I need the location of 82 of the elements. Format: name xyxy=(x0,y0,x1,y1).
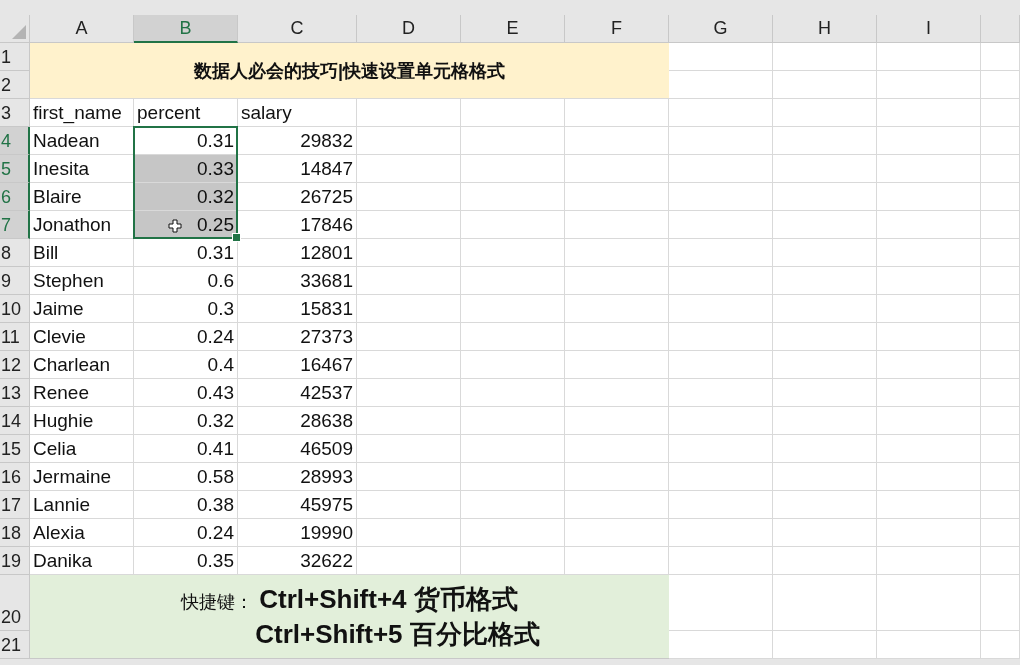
table-cell: Bill xyxy=(30,239,134,267)
row-header[interactable]: 8 xyxy=(0,239,30,267)
column-header[interactable]: G xyxy=(669,15,773,43)
row-header[interactable]: 11 xyxy=(0,323,30,351)
row-header[interactable]: 10 xyxy=(0,295,30,323)
table-cell: Jaime xyxy=(30,295,134,323)
row-header[interactable]: 9 xyxy=(0,267,30,295)
column-header[interactable]: A xyxy=(30,15,134,43)
move-cursor-icon xyxy=(168,219,182,233)
table-cell: Jermaine xyxy=(30,463,134,491)
table-cell: Hughie xyxy=(30,407,134,435)
row-header[interactable]: 17 xyxy=(0,491,30,519)
table-cell: 29832 xyxy=(238,127,357,155)
table-cell: 0.58 xyxy=(134,463,238,491)
table-cell: Celia xyxy=(30,435,134,463)
row-header[interactable]: 18 xyxy=(0,519,30,547)
row-header[interactable]: 13 xyxy=(0,379,30,407)
table-cell: Stephen xyxy=(30,267,134,295)
table-cell: 0.35 xyxy=(134,547,238,575)
table-cell: Alexia xyxy=(30,519,134,547)
table-cell: Charlean xyxy=(30,351,134,379)
table-cell: 12801 xyxy=(238,239,357,267)
table-cell: 0.25 xyxy=(134,211,238,239)
table-cell: 14847 xyxy=(238,155,357,183)
table-cell: 27373 xyxy=(238,323,357,351)
row-header[interactable]: 15 xyxy=(0,435,30,463)
table-cell: 28993 xyxy=(238,463,357,491)
table-cell: 0.24 xyxy=(134,519,238,547)
fill-handle[interactable] xyxy=(232,233,241,242)
row-header[interactable]: 3 xyxy=(0,99,30,127)
table-cell: Renee xyxy=(30,379,134,407)
row-header[interactable]: 4 xyxy=(0,127,30,155)
table-cell: 42537 xyxy=(238,379,357,407)
row-header[interactable]: 5 xyxy=(0,155,30,183)
table-cell: 0.38 xyxy=(134,491,238,519)
row-header[interactable]: 7 xyxy=(0,211,30,239)
row-header[interactable]: 16 xyxy=(0,463,30,491)
column-header[interactable]: I xyxy=(877,15,981,43)
row-header[interactable]: 12 xyxy=(0,351,30,379)
column-header[interactable]: H xyxy=(773,15,877,43)
title-banner: 数据人必会的技巧|快速设置单元格格式 xyxy=(30,43,669,99)
column-header[interactable]: B xyxy=(134,15,238,43)
shortcut-text: Ctrl+Shift+5 百分比格式 xyxy=(255,617,540,651)
table-cell: 19990 xyxy=(238,519,357,547)
table-cell: first_name xyxy=(30,99,134,127)
column-header[interactable]: D xyxy=(357,15,461,43)
table-cell: Clevie xyxy=(30,323,134,351)
row-header[interactable]: 1 xyxy=(0,43,30,71)
table-cell: 16467 xyxy=(238,351,357,379)
table-cell: 46509 xyxy=(238,435,357,463)
table-cell: 0.4 xyxy=(134,351,238,379)
table-cell: 26725 xyxy=(238,183,357,211)
row-header[interactable]: 21 xyxy=(0,631,30,659)
row-header[interactable]: 14 xyxy=(0,407,30,435)
table-cell: Lannie xyxy=(30,491,134,519)
column-header[interactable]: E xyxy=(461,15,565,43)
row-header[interactable]: 19 xyxy=(0,547,30,575)
row-header[interactable]: 6 xyxy=(0,183,30,211)
table-cell: 17846 xyxy=(238,211,357,239)
shortcut-text: Ctrl+Shift+4 货币格式 xyxy=(259,582,518,616)
shortcut-label: 快捷键： xyxy=(181,590,254,614)
column-header[interactable]: C xyxy=(238,15,357,43)
table-cell: 28638 xyxy=(238,407,357,435)
table-cell: 0.43 xyxy=(134,379,238,407)
table-cell: salary xyxy=(238,99,357,127)
table-cell: Danika xyxy=(30,547,134,575)
table-cell: 0.24 xyxy=(134,323,238,351)
column-header[interactable]: F xyxy=(565,15,669,43)
row-header[interactable]: 20 xyxy=(0,575,30,631)
table-cell: 0.32 xyxy=(134,183,238,211)
table-cell: 15831 xyxy=(238,295,357,323)
table-cell: 0.31 xyxy=(134,239,238,267)
row-header[interactable]: 2 xyxy=(0,71,30,99)
table-cell: 0.31 xyxy=(134,127,238,155)
table-cell: 0.41 xyxy=(134,435,238,463)
table-cell: 32622 xyxy=(238,547,357,575)
table-cell: 45975 xyxy=(238,491,357,519)
table-cell: 33681 xyxy=(238,267,357,295)
table-cell: 0.32 xyxy=(134,407,238,435)
table-cell: 0.6 xyxy=(134,267,238,295)
table-cell: 0.3 xyxy=(134,295,238,323)
table-cell: 0.33 xyxy=(134,155,238,183)
